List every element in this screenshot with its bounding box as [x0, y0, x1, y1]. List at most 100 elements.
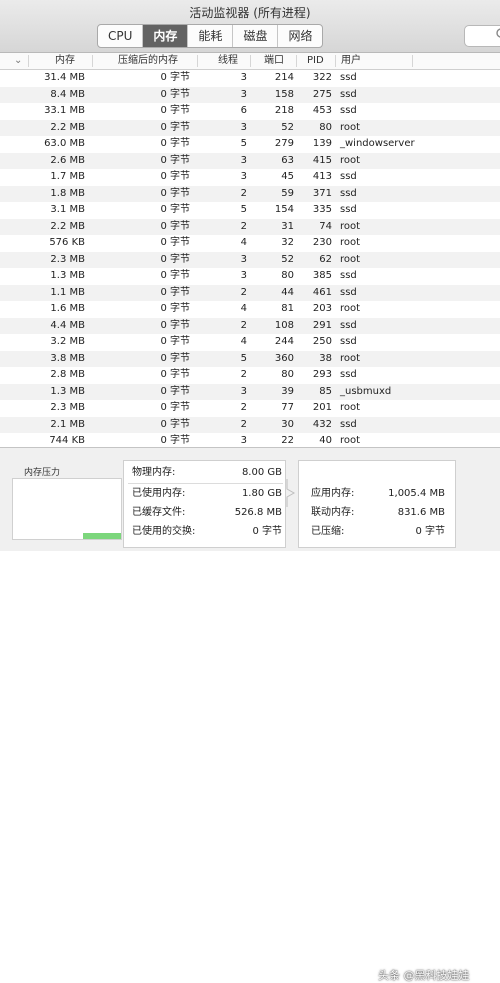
user-cell: ssd [340, 418, 357, 430]
compressed-memory-cell: 0 字节 [160, 204, 190, 215]
toolbar: 活动监视器 (所有进程) CPU 内存 能耗 磁盘 网络 [0, 0, 500, 53]
bracket-icon [286, 479, 296, 507]
table-row[interactable]: 576 KB 0 字节 4 32 230 root [0, 235, 500, 252]
app-memory-value: 1,005.4 MB [388, 488, 445, 499]
pid-cell: 275 [312, 88, 332, 100]
table-row[interactable]: 2.2 MB 0 字节 3 52 80 root [0, 119, 500, 136]
view-tabs: CPU 内存 能耗 磁盘 网络 [97, 24, 324, 48]
user-cell: ssd [340, 286, 357, 298]
tab-network[interactable]: 网络 [278, 25, 322, 47]
pid-cell: 413 [312, 171, 332, 182]
pid-cell: 201 [312, 402, 332, 413]
compressed-memory-cell: 0 字节 [160, 385, 190, 397]
memory-cell: 3.1 MB [50, 204, 85, 215]
compressed-memory-cell: 0 字节 [160, 88, 190, 100]
pid-cell: 293 [312, 369, 332, 380]
table-row[interactable]: 1.1 MB 0 字节 2 44 461 ssd [0, 284, 500, 301]
compressed-memory-cell: 0 字节 [160, 253, 190, 265]
user-cell: ssd [340, 270, 357, 281]
threads-cell: 3 [240, 72, 247, 83]
table-row[interactable]: 744 KB 0 字节 3 22 40 root [0, 433, 500, 447]
memory-cell: 744 KB [49, 435, 85, 446]
column-user[interactable]: 用户 [341, 53, 361, 69]
ports-cell: 360 [274, 352, 294, 364]
user-cell: ssd [340, 187, 357, 199]
user-cell: root [340, 121, 361, 133]
table-row[interactable]: 3.8 MB 0 字节 5 360 38 root [0, 350, 500, 367]
table-row[interactable]: 33.1 MB 0 字节 6 218 453 ssd [0, 103, 500, 120]
column-threads[interactable]: 线程 [218, 53, 238, 69]
threads-cell: 4 [240, 237, 247, 248]
compressed-memory-cell: 0 字节 [160, 352, 190, 364]
ports-cell: 44 [281, 286, 294, 298]
user-cell: ssd [340, 204, 357, 215]
table-row[interactable]: 3.1 MB 0 字节 5 154 335 ssd [0, 202, 500, 219]
swap-used-value: 0 字节 [252, 526, 282, 537]
compressed-memory-cell: 0 字节 [160, 435, 190, 446]
table-row[interactable]: 2.1 MB 0 字节 2 30 432 ssd [0, 416, 500, 433]
table-row[interactable]: 1.3 MB 0 字节 3 39 85 _usbmuxd [0, 383, 500, 400]
table-row[interactable]: 2.3 MB 0 字节 3 52 62 root [0, 251, 500, 268]
user-cell: ssd [340, 319, 357, 331]
tab-cpu[interactable]: CPU [98, 25, 144, 47]
sort-indicator-icon[interactable]: ⌄ [14, 53, 22, 69]
tab-disk[interactable]: 磁盘 [233, 25, 279, 47]
table-row[interactable]: 8.4 MB 0 字节 3 158 275 ssd [0, 86, 500, 103]
ports-cell: 158 [274, 88, 294, 100]
table-row[interactable]: 63.0 MB 0 字节 5 279 139 _windowserver [0, 136, 500, 153]
used-memory-row: 已使用内存: 1.80 GB [132, 486, 282, 502]
column-header: ⌄ 内存 压缩后的内存 线程 端口 PID 用户 [0, 53, 500, 70]
pid-cell: 291 [312, 319, 332, 331]
table-row[interactable]: 4.4 MB 0 字节 2 108 291 ssd [0, 317, 500, 334]
wired-memory-row: 联动内存: 831.6 MB [311, 505, 445, 521]
compressed-memory-cell: 0 字节 [160, 105, 190, 116]
threads-cell: 3 [240, 171, 247, 182]
compressed-memory-cell: 0 字节 [160, 286, 190, 298]
threads-cell: 4 [240, 336, 247, 347]
memory-breakdown: 应用内存: 1,005.4 MB 联动内存: 831.6 MB 已压缩: 0 字… [298, 460, 456, 548]
column-ports[interactable]: 端口 [264, 53, 284, 69]
tab-energy[interactable]: 能耗 [188, 25, 234, 47]
wired-memory-value: 831.6 MB [397, 507, 445, 518]
memory-cell: 3.8 MB [50, 352, 85, 364]
ports-cell: 244 [274, 336, 294, 347]
memory-cell: 2.6 MB [50, 154, 85, 166]
threads-cell: 3 [240, 154, 247, 166]
table-row[interactable]: 2.3 MB 0 字节 2 77 201 root [0, 400, 500, 417]
table-row[interactable]: 1.8 MB 0 字节 2 59 371 ssd [0, 185, 500, 202]
memory-cell: 1.1 MB [50, 286, 85, 298]
table-row[interactable]: 1.7 MB 0 字节 3 45 413 ssd [0, 169, 500, 186]
memory-stats-panel: 内存压力 物理内存: 8.00 GB 已使用内存: 1.80 GB 已缓存文件:… [0, 447, 500, 982]
column-memory[interactable]: 内存 [55, 53, 75, 69]
tab-memory[interactable]: 内存 [143, 25, 189, 47]
table-row[interactable]: 2.8 MB 0 字节 2 80 293 ssd [0, 367, 500, 384]
compressed-memory-cell: 0 字节 [160, 220, 190, 232]
user-cell: root [340, 220, 361, 232]
cached-files-row: 已缓存文件: 526.8 MB [132, 505, 282, 521]
threads-cell: 5 [240, 138, 247, 149]
memory-cell: 2.3 MB [50, 253, 85, 265]
table-row[interactable]: 2.6 MB 0 字节 3 63 415 root [0, 152, 500, 169]
compressed-memory-cell: 0 字节 [160, 237, 190, 248]
table-row[interactable]: 3.2 MB 0 字节 4 244 250 ssd [0, 334, 500, 351]
threads-cell: 3 [240, 253, 247, 265]
table-row[interactable]: 2.2 MB 0 字节 2 31 74 root [0, 218, 500, 235]
compressed-memory-cell: 0 字节 [160, 154, 190, 166]
table-row[interactable]: 1.6 MB 0 字节 4 81 203 root [0, 301, 500, 318]
memory-cell: 1.8 MB [50, 187, 85, 199]
pid-cell: 62 [319, 253, 332, 265]
pid-cell: 453 [312, 105, 332, 116]
cached-files-value: 526.8 MB [234, 507, 282, 518]
search-field[interactable] [464, 25, 500, 47]
swap-used-row: 已使用的交换: 0 字节 [132, 524, 282, 540]
ports-cell: 279 [274, 138, 294, 149]
compressed-memory-cell: 0 字节 [160, 303, 190, 314]
column-compressed-memory[interactable]: 压缩后的内存 [118, 53, 178, 69]
column-pid[interactable]: PID [307, 53, 324, 69]
table-row[interactable]: 1.3 MB 0 字节 3 80 385 ssd [0, 268, 500, 285]
user-cell: _usbmuxd [340, 385, 392, 397]
table-row[interactable]: 31.4 MB 0 字节 3 214 322 ssd [0, 70, 500, 87]
threads-cell: 6 [240, 105, 247, 116]
pid-cell: 371 [312, 187, 332, 199]
memory-cell: 2.8 MB [50, 369, 85, 380]
